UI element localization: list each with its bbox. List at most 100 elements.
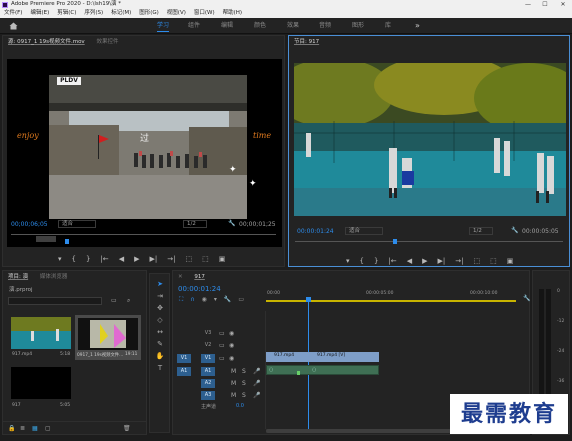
menu-sequence[interactable]: 序列(S) [80, 9, 107, 18]
track-v2-label[interactable]: V2 [201, 341, 215, 350]
workspace-tab-editing[interactable]: 编辑 [221, 18, 233, 34]
menu-help[interactable]: 帮助(H) [219, 9, 246, 18]
step-back-icon[interactable]: ◀ [407, 257, 412, 265]
icon-view-icon[interactable]: ▦ [32, 425, 38, 432]
close-icon[interactable]: ✕ [178, 274, 183, 280]
go-to-out-icon[interactable]: →| [455, 257, 463, 265]
trash-icon[interactable]: 🗑 [123, 425, 131, 432]
mark-in-icon[interactable]: { [72, 255, 76, 263]
source-fit-dropdown[interactable]: 适合 [58, 220, 96, 228]
eye-icon[interactable]: ◉ [229, 355, 234, 362]
tab-source[interactable]: 源: 0917_1 19s视频文件.mov [8, 39, 85, 45]
insert-icon[interactable]: ⬚ [185, 255, 192, 263]
extract-icon[interactable]: ⬚ [490, 257, 497, 265]
sync-lock-icon[interactable]: ▭ [219, 342, 225, 349]
captions-icon[interactable]: ▭ [238, 296, 244, 304]
step-back-icon[interactable]: ◀ [119, 255, 124, 263]
workspace-tab-effects[interactable]: 效果 [287, 18, 299, 34]
mute-icon[interactable]: M [231, 380, 236, 387]
add-marker-icon[interactable]: ▾ [214, 296, 217, 304]
menu-window[interactable]: 窗口(W) [190, 9, 219, 18]
eye-icon[interactable]: ◉ [229, 330, 234, 337]
project-item-thumbnail[interactable] [11, 317, 71, 349]
source-resolution-dropdown[interactable]: 1/2 [183, 220, 207, 228]
audio-clip[interactable]: ◌ ◌ [266, 365, 379, 375]
tab-sequence[interactable]: 917 [194, 274, 205, 280]
minimize-button[interactable]: — [520, 0, 536, 9]
program-scrub-track[interactable] [295, 241, 563, 242]
maximize-button[interactable]: ☐ [537, 0, 553, 9]
workspace-tab-libraries[interactable]: 库 [385, 18, 391, 34]
solo-icon[interactable]: S [242, 380, 246, 387]
video-clip[interactable]: 917.mp4 [V] [309, 352, 379, 362]
list-view-icon[interactable]: ≣ [20, 425, 25, 432]
tab-program[interactable]: 节目: 917 [294, 39, 319, 45]
razor-tool-icon[interactable]: ◇ [154, 316, 166, 325]
workspace-tab-graphics[interactable]: 图形 [352, 18, 364, 34]
settings-wrench-icon[interactable]: 🔧 [224, 296, 231, 304]
track-v1-label[interactable]: V1 [201, 354, 215, 363]
workspace-more-button[interactable]: » [415, 18, 420, 34]
wrench-icon[interactable]: 🔧 [228, 220, 235, 227]
play-icon[interactable]: ▶ [422, 257, 427, 265]
ripple-edit-tool-icon[interactable]: ✥ [154, 304, 166, 313]
program-timecode[interactable]: 00:00:01:24 [297, 228, 334, 235]
wrench-icon[interactable]: 🔧 [511, 227, 518, 234]
nest-icon[interactable]: ⛶ [179, 296, 183, 304]
mark-out-icon[interactable]: } [86, 255, 90, 263]
freeform-view-icon[interactable]: ▢ [45, 425, 51, 432]
export-frame-icon[interactable]: ▣ [219, 255, 226, 263]
snap-icon[interactable]: ∩ [190, 296, 194, 304]
source-patch-a1[interactable]: A1 [177, 367, 191, 376]
track-v3-label[interactable]: V3 [201, 329, 215, 338]
source-timecode[interactable]: 00;00;06;05 [11, 221, 48, 228]
new-bin-icon[interactable]: ▭ [111, 297, 117, 304]
type-tool-icon[interactable]: T [154, 364, 166, 373]
timeline-timecode[interactable]: 00:00:01:24 [178, 285, 221, 293]
track-a1-label[interactable]: A1 [201, 367, 215, 376]
track-select-tool-icon[interactable]: ⇥ [154, 292, 166, 301]
menu-view[interactable]: 视图(V) [163, 9, 190, 18]
project-search-input[interactable] [8, 297, 102, 305]
mark-out-icon[interactable]: } [374, 257, 378, 265]
keyframe-marker[interactable] [297, 371, 300, 375]
voiceover-mic-icon[interactable]: 🎤 [253, 380, 260, 387]
tab-effect-controls[interactable]: 效果控件 [96, 39, 118, 45]
hand-tool-icon[interactable]: ✋ [154, 352, 166, 361]
program-fit-dropdown[interactable]: 适合 [345, 227, 383, 235]
overwrite-icon[interactable]: ⬚ [202, 255, 209, 263]
add-marker-icon[interactable]: ▾ [346, 257, 350, 265]
source-patch-v1[interactable]: V1 [177, 354, 191, 363]
step-forward-icon[interactable]: ▶| [149, 255, 157, 263]
work-area-bar[interactable] [266, 300, 516, 302]
workspace-tab-assembly[interactable]: 组件 [188, 18, 200, 34]
home-icon[interactable] [9, 22, 18, 30]
track-a3-label[interactable]: A3 [201, 391, 215, 400]
lock-icon[interactable]: 🔒 [8, 425, 15, 432]
source-playhead[interactable] [65, 239, 69, 244]
selection-tool-icon[interactable]: ➤ [154, 280, 166, 289]
project-item-selected[interactable]: 0917_1 19s视频文件... 19:11 [75, 315, 141, 360]
video-clip[interactable]: 917.mp4 [266, 352, 309, 362]
search-icon[interactable]: ⌕ [127, 297, 130, 305]
eye-icon[interactable]: ◉ [229, 342, 234, 349]
track-a2-label[interactable]: A2 [201, 379, 215, 388]
go-to-out-icon[interactable]: →| [167, 255, 175, 263]
close-button[interactable]: ✕ [555, 0, 571, 9]
program-playhead[interactable] [393, 239, 397, 244]
sync-lock-icon[interactable]: ▭ [219, 330, 225, 337]
voiceover-mic-icon[interactable]: 🎤 [253, 368, 260, 375]
linked-selection-icon[interactable]: ◉ [202, 296, 207, 304]
sync-lock-icon[interactable]: ▭ [219, 355, 225, 362]
mute-icon[interactable]: M [231, 368, 236, 375]
menu-clip[interactable]: 剪辑(C) [53, 9, 80, 18]
solo-icon[interactable]: S [242, 368, 246, 375]
menu-edit[interactable]: 编辑(E) [26, 9, 53, 18]
tab-project[interactable]: 项目: 演 [8, 274, 28, 280]
master-volume-value[interactable]: 0.0 [236, 403, 244, 409]
menu-markers[interactable]: 标记(M) [107, 9, 135, 18]
menu-graphics[interactable]: 图形(G) [135, 9, 163, 18]
workspace-tab-audio[interactable]: 音频 [319, 18, 331, 34]
go-to-in-icon[interactable]: |← [388, 257, 396, 265]
menu-file[interactable]: 文件(F) [0, 9, 26, 18]
